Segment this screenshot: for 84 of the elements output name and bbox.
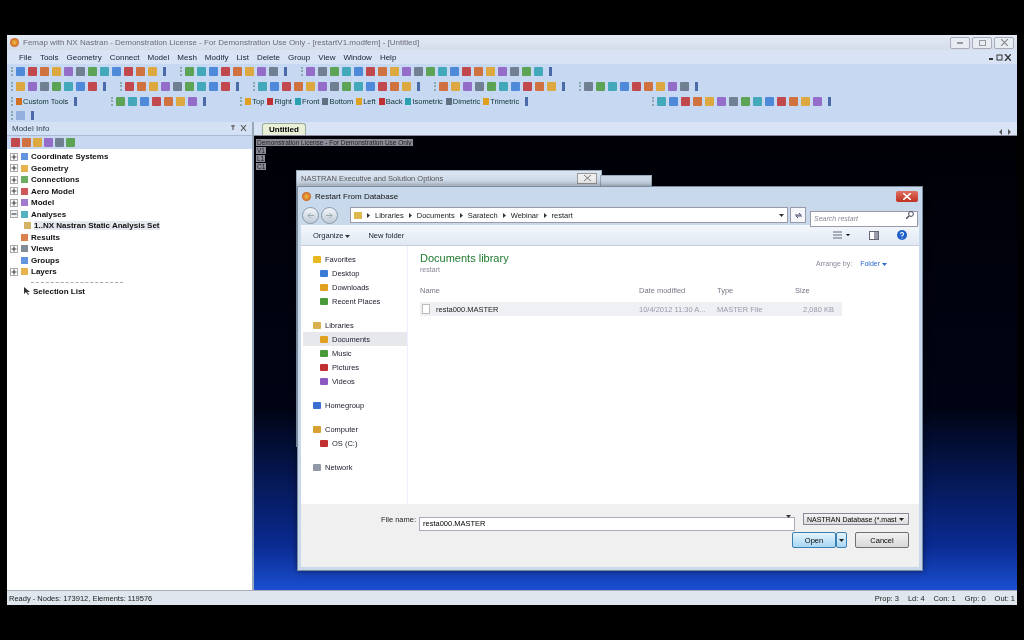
pin-close-icon[interactable]: [231, 125, 247, 132]
caret-icon: [882, 263, 887, 266]
menu-item[interactable]: Connect: [105, 52, 144, 62]
preview-pane-icon[interactable]: [869, 230, 879, 240]
tree-item[interactable]: Geometry: [31, 163, 69, 173]
chevron-icon: [502, 212, 506, 218]
close-button[interactable]: [577, 172, 597, 184]
expand-toggle[interactable]: [10, 164, 18, 173]
tree-node-icon: [21, 233, 28, 241]
dropdown-arrow-icon[interactable]: [779, 213, 784, 217]
document-tab[interactable]: Untitled: [262, 123, 306, 135]
tab-scroll-icon[interactable]: [999, 129, 1011, 135]
menu-item[interactable]: Tools: [35, 52, 63, 62]
refresh-icon: [793, 211, 803, 219]
menu-item[interactable]: List: [232, 52, 253, 62]
view-menu-icon[interactable]: [833, 231, 851, 239]
menu-item[interactable]: Delete: [252, 52, 284, 62]
expand-toggle[interactable]: [10, 267, 18, 276]
menu-item[interactable]: Mesh: [173, 52, 201, 62]
forward-arrow-icon: [326, 211, 333, 219]
menu-item[interactable]: Model: [143, 52, 174, 62]
tree-item[interactable]: Layers: [31, 267, 57, 277]
menu-item[interactable]: Geometry: [62, 52, 106, 62]
tree-node-icon: [21, 176, 28, 184]
tree-node-icon: [24, 222, 31, 230]
expand-toggle[interactable]: [10, 244, 18, 253]
expand-toggle[interactable]: [10, 175, 18, 184]
tree-node-icon: [21, 187, 28, 195]
close-icon: [903, 192, 911, 200]
chevron-icon: [543, 212, 547, 218]
chevron-icon: [459, 212, 463, 218]
tree-node-icon: [21, 210, 28, 218]
panel-title: Model Info: [12, 124, 50, 133]
open-options-button[interactable]: [836, 532, 847, 548]
tree-item[interactable]: Selection List: [33, 286, 85, 296]
tree-item[interactable]: Model: [31, 198, 55, 208]
menu-item[interactable]: Help: [375, 52, 401, 62]
help-icon[interactable]: [897, 230, 907, 240]
window-title: Femap with NX Nastran - Demonstration License - For Demonstration Use Only - [restartV1.modfem] - [Untitled]: [23, 38, 420, 47]
minimize-button[interactable]: [950, 36, 970, 49]
tree-node-icon: [21, 164, 28, 172]
dialog-title: Restart From Database: [315, 191, 399, 201]
document-controls-icon[interactable]: [989, 53, 1011, 61]
caret-icon: [345, 234, 351, 238]
tree-node-icon: [21, 256, 28, 264]
expand-toggle[interactable]: [10, 152, 18, 161]
tree-node-icon: [21, 268, 28, 276]
tree-item[interactable]: Coordinate Systems: [31, 152, 109, 162]
library-title: Documents library: [420, 252, 509, 264]
refresh-button[interactable]: [790, 207, 806, 223]
pointer-icon: [24, 287, 30, 296]
tree-node-icon: [21, 153, 28, 161]
dropdown-arrow-icon[interactable]: [786, 515, 791, 518]
expand-toggle[interactable]: [10, 198, 18, 207]
tree-node-icon: [21, 245, 28, 253]
search-icon[interactable]: [906, 211, 914, 219]
chevron-icon: [367, 212, 370, 218]
menu-item[interactable]: File: [15, 52, 36, 62]
menu-item[interactable]: Modify: [200, 52, 233, 62]
back-button[interactable]: [302, 206, 319, 224]
tree-item[interactable]: Groups: [31, 255, 60, 265]
close-button[interactable]: [896, 190, 918, 202]
caret-icon: [898, 517, 904, 521]
menu-item[interactable]: View: [314, 52, 340, 62]
collapse-toggle[interactable]: [10, 210, 18, 219]
tree-item[interactable]: Connections: [31, 175, 80, 185]
app-icon: [10, 38, 19, 47]
tree-item[interactable]: Views: [31, 244, 54, 254]
expand-toggle[interactable]: [10, 187, 18, 196]
back-arrow-icon: [307, 211, 314, 219]
menu-item[interactable]: Window: [339, 52, 376, 62]
close-icon: [1000, 39, 1008, 46]
menu-item[interactable]: Group: [284, 52, 315, 62]
app-icon: [302, 191, 311, 201]
file-icon: [422, 304, 430, 314]
tree-node-icon: [21, 199, 28, 207]
tree-item[interactable]: 1..NX Nastran Static Analysis Set: [34, 221, 160, 231]
forward-button[interactable]: [321, 206, 338, 224]
tree-item[interactable]: Aero Model: [31, 186, 75, 196]
chevron-icon: [408, 212, 412, 218]
caret-icon: [839, 538, 844, 542]
tree-item[interactable]: Analyses: [31, 209, 67, 219]
close-icon: [583, 175, 591, 181]
tree-item[interactable]: Results: [31, 232, 60, 242]
